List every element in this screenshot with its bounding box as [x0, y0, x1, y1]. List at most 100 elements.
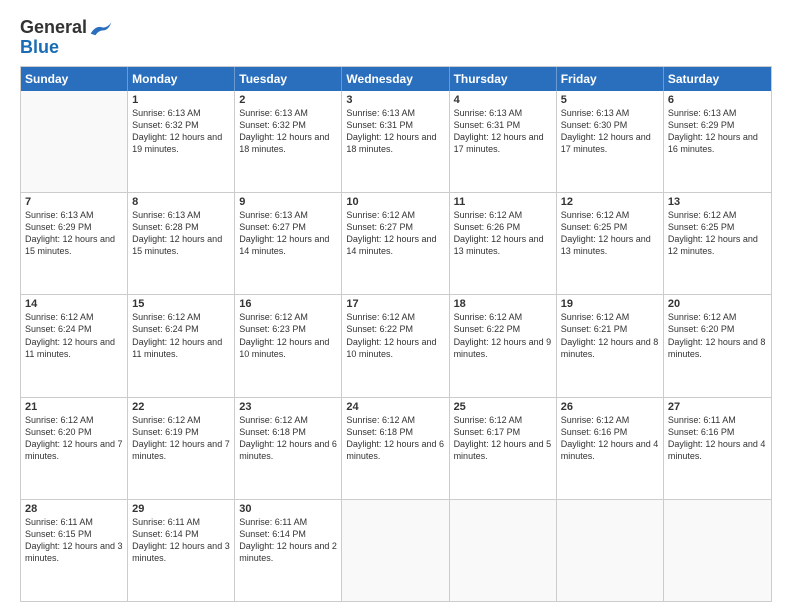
calendar-row-2: 7Sunrise: 6:13 AMSunset: 6:29 PMDaylight…: [21, 193, 771, 295]
day-cell-14: 14Sunrise: 6:12 AMSunset: 6:24 PMDayligh…: [21, 295, 128, 396]
day-number: 13: [668, 196, 767, 208]
header: General Blue: [20, 18, 772, 58]
day-cell-23: 23Sunrise: 6:12 AMSunset: 6:18 PMDayligh…: [235, 398, 342, 499]
day-info: Sunrise: 6:12 AMSunset: 6:19 PMDaylight:…: [132, 414, 230, 463]
day-info: Sunrise: 6:12 AMSunset: 6:23 PMDaylight:…: [239, 311, 337, 360]
day-cell-5: 5Sunrise: 6:13 AMSunset: 6:30 PMDaylight…: [557, 91, 664, 192]
header-day-wednesday: Wednesday: [342, 67, 449, 91]
day-number: 10: [346, 196, 444, 208]
day-info: Sunrise: 6:11 AMSunset: 6:14 PMDaylight:…: [239, 516, 337, 565]
day-number: 23: [239, 401, 337, 413]
day-number: 15: [132, 298, 230, 310]
day-cell-24: 24Sunrise: 6:12 AMSunset: 6:18 PMDayligh…: [342, 398, 449, 499]
day-cell-27: 27Sunrise: 6:11 AMSunset: 6:16 PMDayligh…: [664, 398, 771, 499]
day-info: Sunrise: 6:12 AMSunset: 6:20 PMDaylight:…: [668, 311, 767, 360]
day-info: Sunrise: 6:12 AMSunset: 6:17 PMDaylight:…: [454, 414, 552, 463]
header-day-tuesday: Tuesday: [235, 67, 342, 91]
header-day-sunday: Sunday: [21, 67, 128, 91]
page: General Blue SundayMondayTuesdayWednesda…: [0, 0, 792, 612]
day-number: 24: [346, 401, 444, 413]
day-info: Sunrise: 6:12 AMSunset: 6:21 PMDaylight:…: [561, 311, 659, 360]
day-cell-28: 28Sunrise: 6:11 AMSunset: 6:15 PMDayligh…: [21, 500, 128, 601]
day-cell-8: 8Sunrise: 6:13 AMSunset: 6:28 PMDaylight…: [128, 193, 235, 294]
day-cell-1: 1Sunrise: 6:13 AMSunset: 6:32 PMDaylight…: [128, 91, 235, 192]
day-number: 18: [454, 298, 552, 310]
day-cell-4: 4Sunrise: 6:13 AMSunset: 6:31 PMDaylight…: [450, 91, 557, 192]
day-number: 20: [668, 298, 767, 310]
day-cell-22: 22Sunrise: 6:12 AMSunset: 6:19 PMDayligh…: [128, 398, 235, 499]
header-day-friday: Friday: [557, 67, 664, 91]
day-info: Sunrise: 6:13 AMSunset: 6:29 PMDaylight:…: [668, 107, 767, 156]
day-number: 8: [132, 196, 230, 208]
day-info: Sunrise: 6:13 AMSunset: 6:30 PMDaylight:…: [561, 107, 659, 156]
day-info: Sunrise: 6:13 AMSunset: 6:31 PMDaylight:…: [346, 107, 444, 156]
empty-cell: [21, 91, 128, 192]
day-info: Sunrise: 6:12 AMSunset: 6:24 PMDaylight:…: [25, 311, 123, 360]
empty-cell: [664, 500, 771, 601]
day-info: Sunrise: 6:13 AMSunset: 6:27 PMDaylight:…: [239, 209, 337, 258]
day-cell-9: 9Sunrise: 6:13 AMSunset: 6:27 PMDaylight…: [235, 193, 342, 294]
day-cell-15: 15Sunrise: 6:12 AMSunset: 6:24 PMDayligh…: [128, 295, 235, 396]
day-cell-21: 21Sunrise: 6:12 AMSunset: 6:20 PMDayligh…: [21, 398, 128, 499]
day-info: Sunrise: 6:12 AMSunset: 6:16 PMDaylight:…: [561, 414, 659, 463]
day-info: Sunrise: 6:11 AMSunset: 6:15 PMDaylight:…: [25, 516, 123, 565]
day-number: 2: [239, 94, 337, 106]
day-number: 11: [454, 196, 552, 208]
day-number: 25: [454, 401, 552, 413]
day-number: 3: [346, 94, 444, 106]
day-info: Sunrise: 6:13 AMSunset: 6:32 PMDaylight:…: [239, 107, 337, 156]
day-cell-11: 11Sunrise: 6:12 AMSunset: 6:26 PMDayligh…: [450, 193, 557, 294]
day-cell-16: 16Sunrise: 6:12 AMSunset: 6:23 PMDayligh…: [235, 295, 342, 396]
empty-cell: [557, 500, 664, 601]
day-number: 26: [561, 401, 659, 413]
day-number: 29: [132, 503, 230, 515]
calendar-body: 1Sunrise: 6:13 AMSunset: 6:32 PMDaylight…: [21, 91, 771, 601]
day-info: Sunrise: 6:12 AMSunset: 6:26 PMDaylight:…: [454, 209, 552, 258]
day-number: 9: [239, 196, 337, 208]
logo: General Blue: [20, 18, 113, 58]
day-number: 1: [132, 94, 230, 106]
calendar: SundayMondayTuesdayWednesdayThursdayFrid…: [20, 66, 772, 602]
day-info: Sunrise: 6:12 AMSunset: 6:18 PMDaylight:…: [346, 414, 444, 463]
day-info: Sunrise: 6:12 AMSunset: 6:18 PMDaylight:…: [239, 414, 337, 463]
day-cell-18: 18Sunrise: 6:12 AMSunset: 6:22 PMDayligh…: [450, 295, 557, 396]
empty-cell: [450, 500, 557, 601]
day-number: 16: [239, 298, 337, 310]
day-cell-6: 6Sunrise: 6:13 AMSunset: 6:29 PMDaylight…: [664, 91, 771, 192]
day-number: 5: [561, 94, 659, 106]
day-info: Sunrise: 6:13 AMSunset: 6:29 PMDaylight:…: [25, 209, 123, 258]
day-number: 22: [132, 401, 230, 413]
day-info: Sunrise: 6:12 AMSunset: 6:27 PMDaylight:…: [346, 209, 444, 258]
day-cell-12: 12Sunrise: 6:12 AMSunset: 6:25 PMDayligh…: [557, 193, 664, 294]
day-number: 30: [239, 503, 337, 515]
day-number: 7: [25, 196, 123, 208]
day-number: 14: [25, 298, 123, 310]
day-info: Sunrise: 6:12 AMSunset: 6:24 PMDaylight:…: [132, 311, 230, 360]
day-info: Sunrise: 6:12 AMSunset: 6:22 PMDaylight:…: [454, 311, 552, 360]
header-day-saturday: Saturday: [664, 67, 771, 91]
day-cell-13: 13Sunrise: 6:12 AMSunset: 6:25 PMDayligh…: [664, 193, 771, 294]
day-info: Sunrise: 6:11 AMSunset: 6:14 PMDaylight:…: [132, 516, 230, 565]
day-number: 19: [561, 298, 659, 310]
day-cell-30: 30Sunrise: 6:11 AMSunset: 6:14 PMDayligh…: [235, 500, 342, 601]
day-cell-3: 3Sunrise: 6:13 AMSunset: 6:31 PMDaylight…: [342, 91, 449, 192]
day-info: Sunrise: 6:13 AMSunset: 6:28 PMDaylight:…: [132, 209, 230, 258]
day-cell-29: 29Sunrise: 6:11 AMSunset: 6:14 PMDayligh…: [128, 500, 235, 601]
header-day-monday: Monday: [128, 67, 235, 91]
empty-cell: [342, 500, 449, 601]
logo-blue: Blue: [20, 37, 59, 57]
day-info: Sunrise: 6:12 AMSunset: 6:25 PMDaylight:…: [561, 209, 659, 258]
day-number: 4: [454, 94, 552, 106]
day-cell-10: 10Sunrise: 6:12 AMSunset: 6:27 PMDayligh…: [342, 193, 449, 294]
day-cell-19: 19Sunrise: 6:12 AMSunset: 6:21 PMDayligh…: [557, 295, 664, 396]
calendar-row-5: 28Sunrise: 6:11 AMSunset: 6:15 PMDayligh…: [21, 500, 771, 601]
day-cell-2: 2Sunrise: 6:13 AMSunset: 6:32 PMDaylight…: [235, 91, 342, 192]
day-cell-25: 25Sunrise: 6:12 AMSunset: 6:17 PMDayligh…: [450, 398, 557, 499]
day-number: 27: [668, 401, 767, 413]
day-cell-26: 26Sunrise: 6:12 AMSunset: 6:16 PMDayligh…: [557, 398, 664, 499]
calendar-row-4: 21Sunrise: 6:12 AMSunset: 6:20 PMDayligh…: [21, 398, 771, 500]
day-number: 28: [25, 503, 123, 515]
logo-bird-icon: [89, 19, 113, 37]
day-info: Sunrise: 6:11 AMSunset: 6:16 PMDaylight:…: [668, 414, 767, 463]
day-info: Sunrise: 6:13 AMSunset: 6:32 PMDaylight:…: [132, 107, 230, 156]
